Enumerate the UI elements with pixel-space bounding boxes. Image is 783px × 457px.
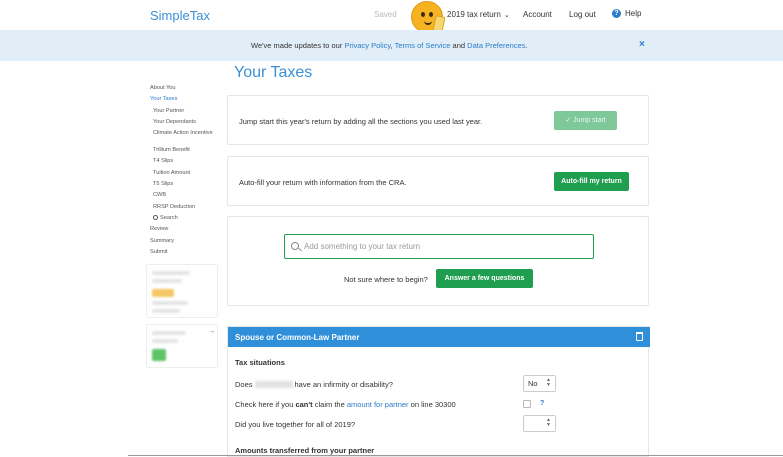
sidebar-item-search[interactable]: Search <box>150 213 225 224</box>
blurred-text <box>152 339 178 343</box>
page-title: Your Taxes <box>234 64 313 81</box>
jump-start-button[interactable]: ✓ Jump start <box>554 111 617 130</box>
mascot-eye-icon <box>421 12 425 17</box>
logout-link[interactable]: Log out <box>569 10 596 19</box>
sidebar-item-cwb[interactable]: CWB <box>150 190 225 201</box>
sidebar-item-summary[interactable]: Summary <box>150 236 225 247</box>
mascot-mouth-icon <box>424 20 432 25</box>
amounts-transferred-heading: Amounts transferred from your partner <box>235 446 375 455</box>
blurred-badge <box>152 289 174 297</box>
top-bar: SimpleTax Saved 2019 tax return ⌄ Account… <box>0 0 783 33</box>
mascot-eye-icon <box>429 12 433 17</box>
auto-fill-button[interactable]: Auto-fill my return <box>554 172 629 191</box>
blurred-text <box>152 309 180 313</box>
sidebar-item-about-you[interactable]: About You <box>150 83 225 94</box>
help-link[interactable]: ? Help <box>612 9 641 18</box>
chevron-right-icon: → <box>208 328 215 335</box>
side-card-blurred-2[interactable]: → <box>146 324 218 368</box>
privacy-policy-link[interactable]: Privacy Policy <box>344 41 390 50</box>
close-icon[interactable]: × <box>639 39 645 50</box>
account-link[interactable]: Account <box>523 10 552 19</box>
help-icon[interactable]: ? <box>540 400 544 407</box>
search-box[interactable] <box>284 234 594 259</box>
sidebar-item-your-taxes[interactable]: Your Taxes <box>150 94 225 105</box>
infirmity-select[interactable]: No ▲ ▼ <box>523 375 556 392</box>
tax-situations-heading: Tax situations <box>235 358 285 367</box>
sidebar-nav: About You Your Taxes Your Partner Your D… <box>150 83 225 258</box>
q1-suffix: have an infirmity or disability? <box>294 380 393 389</box>
trash-icon[interactable] <box>636 332 643 341</box>
jump-start-card: Jump start this year's return by adding … <box>227 95 649 145</box>
spouse-card: Spouse or Common-Law Partner Tax situati… <box>227 326 650 457</box>
q2-c: claim the <box>312 400 347 409</box>
help-icon: ? <box>612 9 621 18</box>
q2-bold: can't <box>295 400 313 409</box>
blurred-name <box>254 381 293 388</box>
check-icon: ✓ <box>565 117 574 124</box>
search-input[interactable] <box>304 239 584 253</box>
infirmity-question: Does have an infirmity or disability? <box>235 380 393 389</box>
data-preferences-link[interactable]: Data Preferences <box>467 41 525 50</box>
blurred-text <box>152 279 182 283</box>
sidebar-item-t4-slips[interactable]: T4 Slips <box>150 156 225 167</box>
auto-fill-text: Auto-fill your return with information f… <box>239 178 407 187</box>
jump-start-label: Jump start <box>573 117 606 124</box>
answer-questions-button[interactable]: Answer a few questions <box>436 269 533 288</box>
infirmity-select-value: No <box>528 379 538 388</box>
search-card: Not sure where to begin? Answer a few qu… <box>227 216 649 306</box>
live-together-question: Did you live together for all of 2019? <box>235 420 356 429</box>
notice-banner: We've made updates to our Privacy Policy… <box>0 30 783 61</box>
sidebar-search-label: Search <box>160 214 178 221</box>
search-icon <box>291 242 299 250</box>
sidebar-item-tuition[interactable]: Tuition Amount <box>150 168 225 179</box>
q1-prefix: Does <box>235 380 253 389</box>
banner-prefix: We've made updates to our <box>251 41 345 50</box>
blurred-text <box>152 301 188 305</box>
sidebar-item-submit[interactable]: Submit <box>150 247 225 258</box>
banner-text: We've made updates to our Privacy Policy… <box>251 41 528 50</box>
search-icon <box>153 214 158 220</box>
q2-d: on line 30300 <box>408 400 456 409</box>
banner-and: and <box>450 41 468 50</box>
tax-year-label: 2019 tax return <box>447 10 501 19</box>
spouse-card-header: Spouse or Common-Law Partner <box>228 327 650 347</box>
side-card-blurred <box>146 264 218 318</box>
not-sure-text: Not sure where to begin? <box>344 275 428 284</box>
cant-claim-checkbox[interactable] <box>523 400 531 408</box>
sidebar-item-rrsp[interactable]: RRSP Deduction <box>150 202 225 213</box>
select-arrows-icon: ▲ ▼ <box>546 417 551 428</box>
blurred-text <box>152 271 190 275</box>
sidebar-item-trillium[interactable]: Trillium Benefit <box>150 145 225 156</box>
sidebar-item-t5-slips[interactable]: T5 Slips <box>150 179 225 190</box>
mascot-avatar-icon <box>411 1 446 33</box>
sidebar-item-climate-action[interactable]: Climate Action Incentive <box>150 128 225 145</box>
select-arrows-icon: ▲ ▼ <box>546 377 551 388</box>
chevron-down-icon: ⌄ <box>503 12 510 19</box>
sidebar-item-review[interactable]: Review <box>150 224 225 235</box>
q2-a: Check here if you <box>235 400 296 409</box>
cant-claim-question: Check here if you can't claim the amount… <box>235 400 456 409</box>
blurred-text <box>152 331 186 335</box>
logo[interactable]: SimpleTax <box>150 8 210 23</box>
saved-status: Saved <box>374 10 397 19</box>
amount-for-partner-link[interactable]: amount for partner <box>347 400 409 409</box>
bottom-divider <box>128 455 783 456</box>
live-together-select[interactable]: ▲ ▼ <box>523 415 556 432</box>
tax-year-dropdown[interactable]: 2019 tax return ⌄ <box>447 10 510 19</box>
sidebar-item-your-partner[interactable]: Your Partner <box>150 106 225 117</box>
auto-fill-card: Auto-fill your return with information f… <box>227 156 649 206</box>
jump-start-text: Jump start this year's return by adding … <box>239 117 483 126</box>
terms-of-service-link[interactable]: Terms of Service <box>395 41 451 50</box>
blurred-badge <box>152 349 166 361</box>
banner-suffix: . <box>525 41 528 50</box>
spouse-card-title: Spouse or Common-Law Partner <box>235 333 360 342</box>
help-label: Help <box>625 9 642 18</box>
sidebar-item-your-dependants[interactable]: Your Dependants <box>150 117 225 128</box>
